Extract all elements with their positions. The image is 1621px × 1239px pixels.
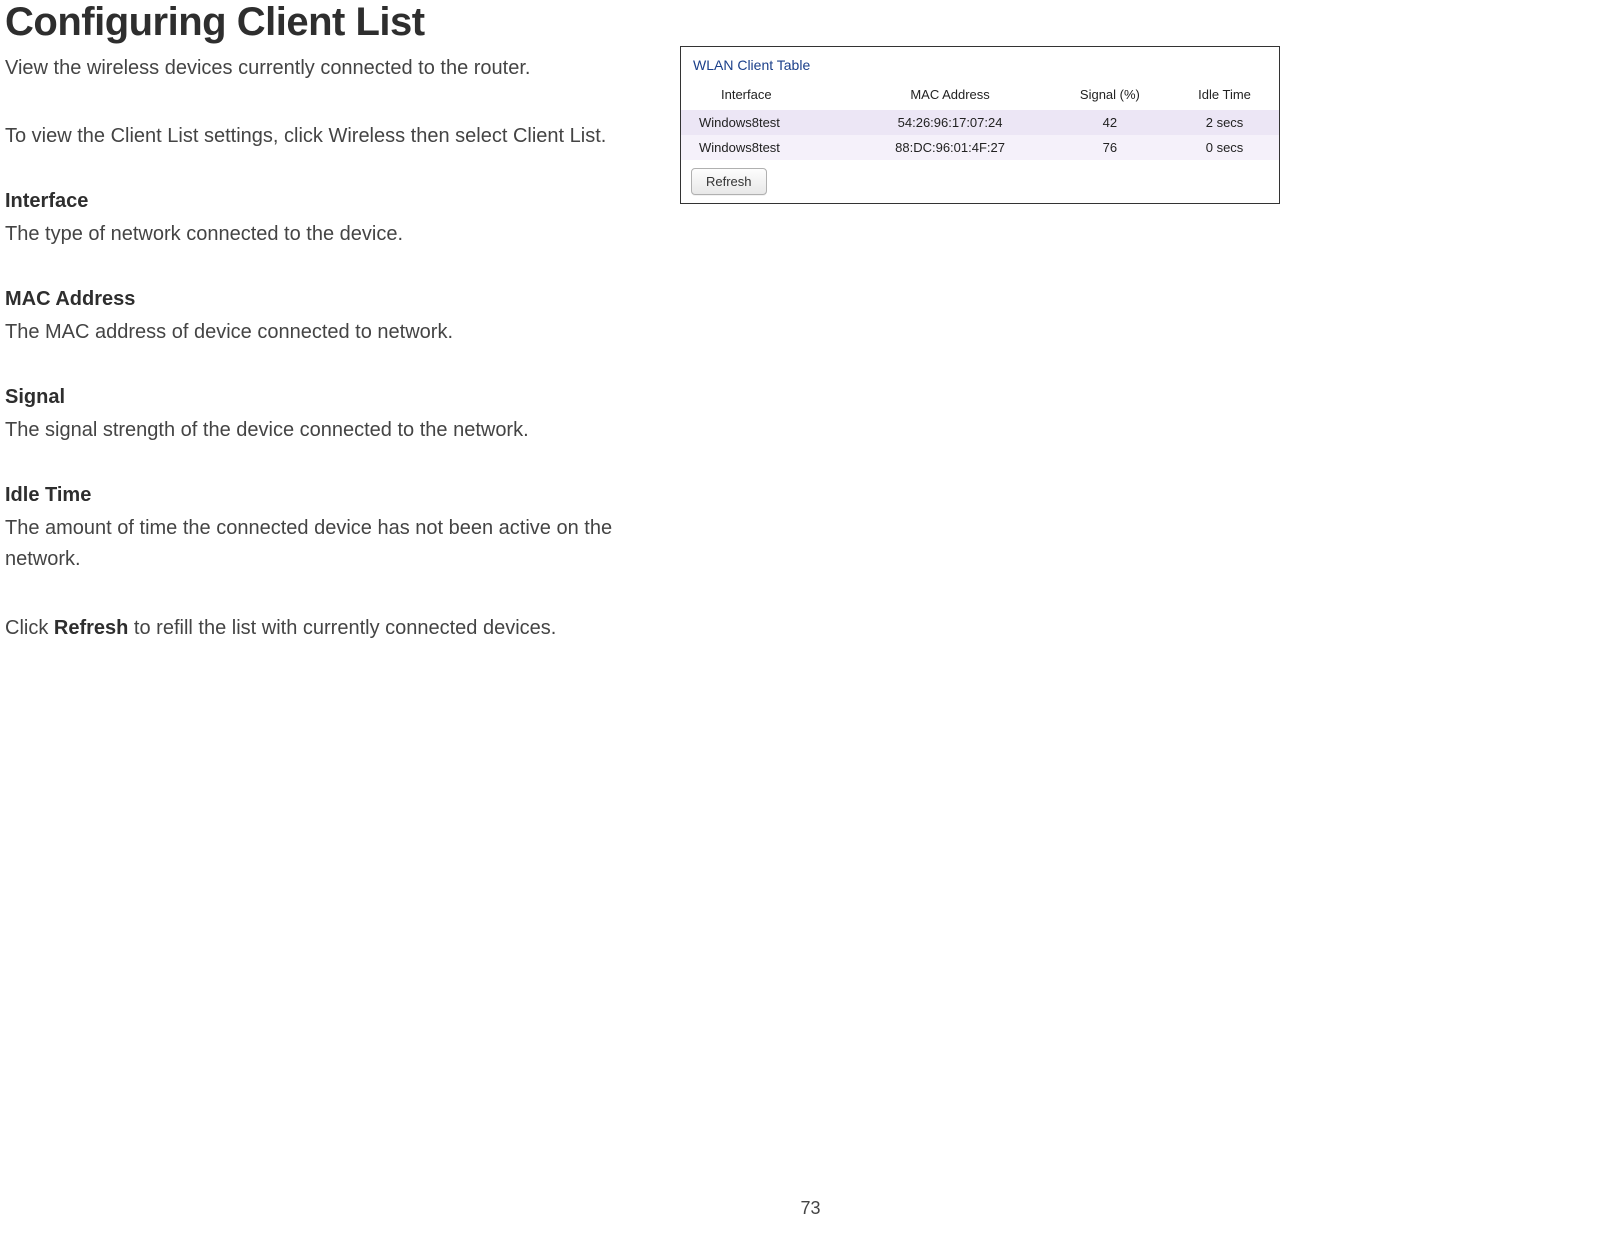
cell-idle: 2 secs (1170, 110, 1279, 135)
refresh-prefix: Click (5, 617, 54, 639)
field-mac-address: MAC Address The MAC address of device co… (5, 288, 670, 348)
cell-mac: 54:26:96:17:07:24 (850, 110, 1049, 135)
client-table: Interface MAC Address Signal (%) Idle Ti… (681, 81, 1279, 160)
refresh-button[interactable]: Refresh (691, 168, 767, 195)
refresh-suffix: to refill the list with currently connec… (128, 617, 556, 639)
nav-instructions: To view the Client List settings, click … (5, 121, 670, 152)
intro-text: View the wireless devices currently conn… (5, 53, 670, 83)
cell-interface: Windows8test (681, 135, 850, 160)
col-header-signal: Signal (%) (1050, 81, 1170, 110)
col-header-interface: Interface (681, 81, 850, 110)
field-idle-time: Idle Time The amount of time the connect… (5, 484, 670, 575)
page-title: Configuring Client List (5, 0, 670, 45)
table-row: Windows8test 54:26:96:17:07:24 42 2 secs (681, 110, 1279, 135)
field-desc-interface: The type of network connected to the dev… (5, 219, 670, 250)
field-desc-signal: The signal strength of the device connec… (5, 415, 670, 446)
table-panel-title: WLAN Client Table (681, 47, 1279, 81)
field-interface: Interface The type of network connected … (5, 190, 670, 250)
cell-mac: 88:DC:96:01:4F:27 (850, 135, 1049, 160)
cell-signal: 42 (1050, 110, 1170, 135)
refresh-row: Refresh (681, 160, 1279, 203)
field-heading-signal: Signal (5, 386, 670, 409)
cell-idle: 0 secs (1170, 135, 1279, 160)
refresh-bold: Refresh (54, 617, 128, 639)
field-desc-mac: The MAC address of device connected to n… (5, 317, 670, 348)
field-heading-interface: Interface (5, 190, 670, 213)
field-heading-mac: MAC Address (5, 288, 670, 311)
col-header-mac: MAC Address (850, 81, 1049, 110)
field-desc-idle: The amount of time the connected device … (5, 513, 670, 575)
cell-signal: 76 (1050, 135, 1170, 160)
field-heading-idle: Idle Time (5, 484, 670, 507)
page-number: 73 (800, 1198, 820, 1219)
field-signal: Signal The signal strength of the device… (5, 386, 670, 446)
cell-interface: Windows8test (681, 110, 850, 135)
col-header-idle: Idle Time (1170, 81, 1279, 110)
wlan-client-table-panel: WLAN Client Table Interface MAC Address … (680, 46, 1280, 204)
table-header-row: Interface MAC Address Signal (%) Idle Ti… (681, 81, 1279, 110)
refresh-instruction: Click Refresh to refill the list with cu… (5, 613, 670, 643)
table-row: Windows8test 88:DC:96:01:4F:27 76 0 secs (681, 135, 1279, 160)
